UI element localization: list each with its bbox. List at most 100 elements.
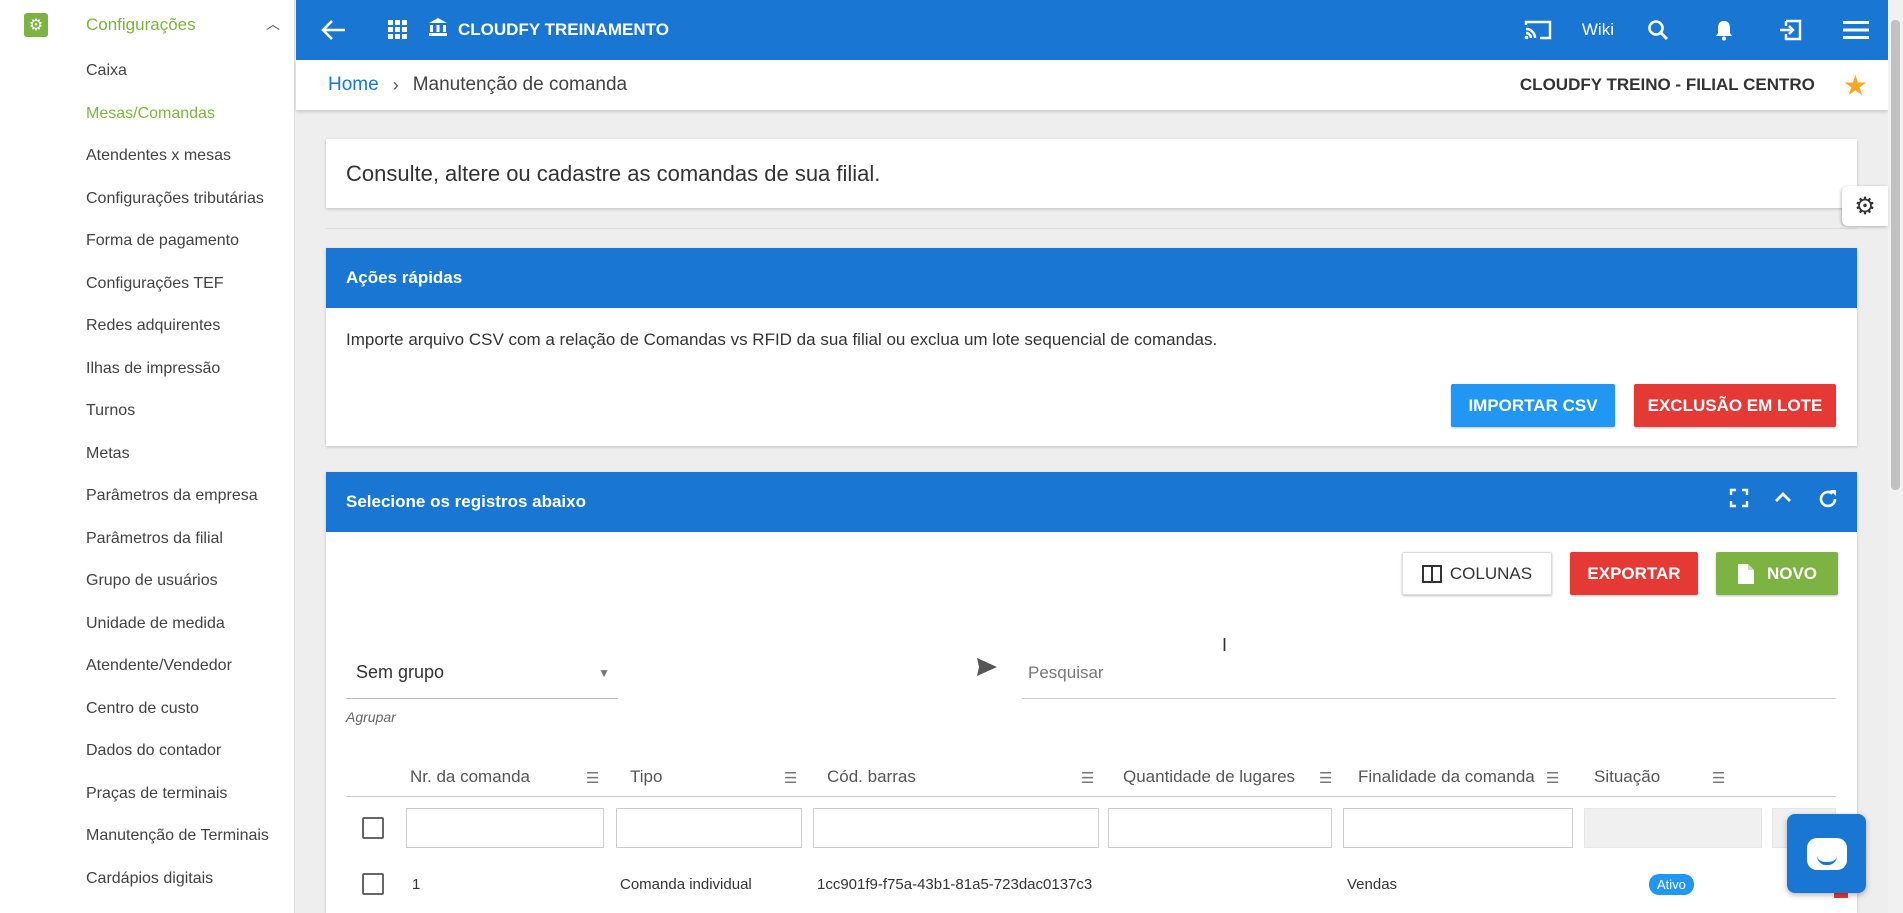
breadcrumb-home-link[interactable]: Home — [328, 74, 379, 96]
table-header: Nr. da comanda ☰ Tipo ☰ Cód. barras ☰ Qu… — [346, 757, 1836, 797]
settings-gear-icon[interactable]: ⚙ — [1842, 186, 1888, 226]
status-badge: Ativo — [1649, 873, 1694, 895]
filter-barcode-input[interactable] — [813, 808, 1099, 848]
column-header-purpose[interactable]: Finalidade da comanda ☰ — [1358, 757, 1568, 797]
column-header-seats[interactable]: Quantidade de lugares ☰ — [1123, 757, 1343, 797]
dropdown-caret-icon: ▼ — [598, 665, 610, 680]
records-card: Selecione os registros abaixo COLUNAS EX… — [326, 472, 1857, 913]
columns-button[interactable]: COLUNAS — [1402, 552, 1552, 595]
bell-icon[interactable] — [1702, 8, 1746, 52]
chat-bubble-icon — [1806, 837, 1847, 870]
sort-icon[interactable]: ☰ — [1081, 769, 1094, 787]
search-field[interactable] — [1022, 647, 1836, 699]
cell-status: Ativo — [1649, 862, 1694, 906]
send-icon[interactable] — [976, 657, 998, 683]
refresh-icon[interactable] — [1817, 488, 1839, 516]
company-name: CLOUDFY TREINO - FILIAL CENTRO — [1519, 75, 1815, 94]
sidebar-item[interactable]: Manutenção de Terminais — [0, 815, 294, 858]
apps-grid-icon[interactable] — [376, 8, 420, 52]
group-select-value: Sem grupo — [356, 662, 445, 682]
sidebar-item[interactable]: Praças de terminais — [0, 773, 294, 816]
column-header-tipo[interactable]: Tipo ☰ — [630, 757, 810, 797]
top-app-bar: CLOUDFY TREINAMENTO Wiki — [296, 0, 1888, 60]
cell-barcode: 1cc901f9-f75a-43b1-81a5-723dac0137c3 — [817, 875, 1093, 893]
sort-icon[interactable]: ☰ — [1546, 769, 1559, 787]
filter-seats-input[interactable] — [1108, 808, 1332, 848]
sidebar-item[interactable]: Grupo de usuários — [0, 560, 294, 603]
column-header-label: Cód. barras — [827, 767, 916, 786]
quick-actions-title: Ações rápidas — [346, 268, 463, 287]
sidebar-item[interactable]: Mesas/Comandas — [0, 93, 294, 136]
sidebar-item[interactable]: Forma de pagamento — [0, 220, 294, 263]
sidebar-item[interactable]: Parâmetros da empresa — [0, 475, 294, 518]
scrollbar-thumb[interactable] — [1891, 20, 1900, 490]
import-csv-button[interactable]: IMPORTAR CSV — [1451, 384, 1615, 427]
sidebar-item[interactable]: Centro de custo — [0, 688, 294, 731]
divider — [326, 228, 1857, 229]
sidebar: ⚙ Configurações ︿ Caixa Mesas/Comandas Ate… — [0, 0, 295, 913]
sidebar-item[interactable]: Turnos — [0, 390, 294, 433]
search-input[interactable] — [1028, 662, 1836, 683]
table-row[interactable]: 1 Comanda individual 1cc901f9-f75a-43b1-… — [346, 862, 1848, 906]
quick-actions-card: Ações rápidas Importe arquivo CSV com a … — [326, 248, 1857, 446]
sort-icon[interactable]: ☰ — [1319, 769, 1332, 787]
app-title: CLOUDFY TREINAMENTO — [458, 20, 669, 39]
sidebar-item[interactable]: Ilhas de impressão — [0, 348, 294, 391]
page-description-card: Consulte, altere ou cadastre as comandas… — [326, 139, 1857, 208]
sort-icon[interactable]: ☰ — [586, 769, 599, 787]
menu-icon[interactable] — [1834, 8, 1878, 52]
sidebar-item[interactable]: Cardápios digitais — [0, 858, 294, 901]
filter-nr-input[interactable] — [406, 808, 604, 848]
records-header: Selecione os registros abaixo — [326, 472, 1857, 532]
breadcrumb: Home › Manutenção de comanda CLOUDFY TRE… — [296, 60, 1888, 110]
quick-actions-description: Importe arquivo CSV com a relação de Com… — [346, 330, 1218, 349]
sort-icon[interactable]: ☰ — [784, 769, 797, 787]
export-button[interactable]: EXPORTAR — [1570, 552, 1698, 595]
select-all-checkbox[interactable] — [362, 817, 384, 839]
quick-actions-header: Ações rápidas — [326, 248, 1857, 308]
wiki-link[interactable]: Wiki — [1582, 20, 1614, 40]
filter-purpose-input[interactable] — [1343, 808, 1573, 848]
sidebar-item[interactable]: Configurações tributárias — [0, 178, 294, 221]
sidebar-item[interactable]: Caixa — [0, 50, 294, 93]
collapse-icon[interactable] — [1773, 488, 1793, 516]
search-icon[interactable] — [1636, 8, 1680, 52]
chat-button[interactable] — [1787, 814, 1866, 893]
records-title: Selecione os registros abaixo — [346, 492, 586, 511]
filter-status-input — [1584, 808, 1762, 848]
exit-icon[interactable] — [1768, 8, 1812, 52]
star-icon[interactable]: ★ — [1843, 69, 1868, 102]
sidebar-section-header[interactable]: ⚙ Configurações ︿ — [0, 0, 294, 50]
back-arrow-icon[interactable] — [312, 8, 356, 52]
sidebar-item[interactable]: Configurações TEF — [0, 263, 294, 306]
bank-icon — [428, 17, 448, 43]
sidebar-item[interactable]: Parâmetros da filial — [0, 518, 294, 561]
sidebar-item[interactable]: Atendentes x mesas — [0, 135, 294, 178]
column-header-status[interactable]: Situação ☰ — [1594, 757, 1734, 797]
cast-icon[interactable] — [1516, 8, 1560, 52]
fullscreen-icon[interactable] — [1729, 488, 1749, 516]
column-header-barcode[interactable]: Cód. barras ☰ — [827, 757, 1107, 797]
sidebar-section-title: Configurações — [86, 15, 196, 34]
sidebar-item[interactable]: Atendente/Vendedor — [0, 645, 294, 688]
sidebar-item[interactable]: Unidade de medida — [0, 603, 294, 646]
group-select[interactable]: Sem grupo ▼ — [346, 647, 618, 699]
sort-icon[interactable]: ☰ — [1712, 769, 1725, 787]
filter-tipo-input[interactable] — [616, 808, 802, 848]
column-header-label: Tipo — [630, 767, 663, 786]
columns-label: COLUNAS — [1449, 563, 1533, 583]
sidebar-item[interactable]: Redes adquirentes — [0, 305, 294, 348]
column-header-label: Situação — [1594, 767, 1661, 786]
new-button[interactable]: NOVO — [1716, 552, 1838, 595]
sidebar-item[interactable]: Dados do contador — [0, 730, 294, 773]
filter-row — [346, 808, 1836, 852]
breadcrumb-current: Manutenção de comanda — [412, 74, 628, 95]
chevron-up-icon[interactable]: ︿ — [266, 14, 280, 34]
column-header-nr[interactable]: Nr. da comanda ☰ — [410, 757, 608, 797]
column-header-label: Finalidade da comanda — [1358, 767, 1535, 786]
app-brand[interactable]: CLOUDFY TREINAMENTO — [428, 17, 669, 43]
column-header-label: Quantidade de lugares — [1123, 767, 1296, 786]
row-checkbox[interactable] — [362, 873, 384, 895]
sidebar-item[interactable]: Metas — [0, 433, 294, 476]
batch-delete-button[interactable]: EXCLUSÃO EM LOTE — [1634, 384, 1836, 427]
